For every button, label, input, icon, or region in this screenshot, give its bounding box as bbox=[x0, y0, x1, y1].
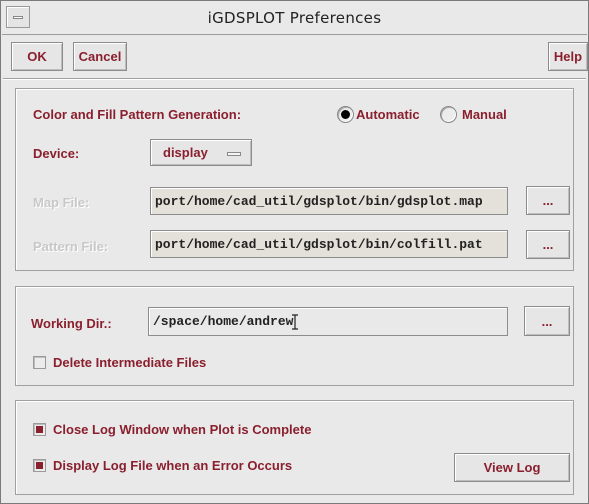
close-log-checkbox[interactable] bbox=[33, 423, 46, 436]
pattern-file-field[interactable]: port/home/cad_util/gdsplot/bin/colfill.p… bbox=[150, 230, 508, 258]
text-cursor-icon bbox=[292, 313, 299, 330]
radio-manual[interactable] bbox=[440, 106, 457, 123]
working-dir-label: Working Dir.: bbox=[31, 316, 112, 331]
working-dir-input[interactable]: /space/home/andrew bbox=[148, 307, 508, 336]
option-menu-indicator-icon bbox=[227, 152, 241, 156]
toolbar-divider bbox=[3, 78, 586, 80]
delete-intermediate-label[interactable]: Delete Intermediate Files bbox=[53, 355, 206, 370]
radio-automatic[interactable] bbox=[337, 106, 354, 123]
generation-panel: Color and Fill Pattern Generation: Autom… bbox=[15, 88, 574, 271]
log-panel: Close Log Window when Plot is Complete D… bbox=[15, 400, 574, 495]
map-file-label: Map File: bbox=[33, 195, 90, 210]
radio-manual-label[interactable]: Manual bbox=[462, 107, 507, 122]
view-log-button[interactable]: View Log bbox=[454, 453, 570, 482]
working-dir-input-text: /space/home/andrew bbox=[153, 314, 294, 329]
window-title: iGDSPLOT Preferences bbox=[207, 9, 382, 27]
pattern-file-label: Pattern File: bbox=[33, 239, 109, 254]
radio-selected-dot bbox=[341, 110, 350, 119]
display-log-label[interactable]: Display Log File when an Error Occurs bbox=[53, 458, 292, 473]
radio-automatic-label[interactable]: Automatic bbox=[356, 107, 420, 122]
cancel-button[interactable]: Cancel bbox=[73, 42, 127, 71]
preferences-dialog: iGDSPLOT Preferences OK Cancel Help Colo… bbox=[0, 0, 589, 504]
device-select[interactable]: display bbox=[150, 139, 252, 166]
working-dir-panel: Working Dir.: /space/home/andrew ... Del… bbox=[15, 286, 574, 386]
window-menu-button[interactable] bbox=[6, 6, 30, 28]
window-menu-icon bbox=[13, 16, 23, 19]
title-bar[interactable]: iGDSPLOT Preferences bbox=[2, 2, 587, 35]
device-select-value: display bbox=[163, 145, 208, 160]
working-dir-browse-button[interactable]: ... bbox=[524, 306, 570, 336]
map-file-field[interactable]: port/home/cad_util/gdsplot/bin/gdsplot.m… bbox=[150, 187, 508, 215]
device-label: Device: bbox=[33, 146, 80, 161]
map-file-browse-button[interactable]: ... bbox=[526, 186, 570, 215]
generation-label: Color and Fill Pattern Generation: bbox=[33, 107, 242, 122]
pattern-file-browse-button[interactable]: ... bbox=[526, 230, 570, 259]
help-button[interactable]: Help bbox=[548, 42, 588, 71]
display-log-checkbox[interactable] bbox=[33, 459, 46, 472]
close-log-label[interactable]: Close Log Window when Plot is Complete bbox=[53, 422, 311, 437]
delete-intermediate-checkbox[interactable] bbox=[33, 356, 46, 369]
ok-button[interactable]: OK bbox=[11, 42, 63, 71]
